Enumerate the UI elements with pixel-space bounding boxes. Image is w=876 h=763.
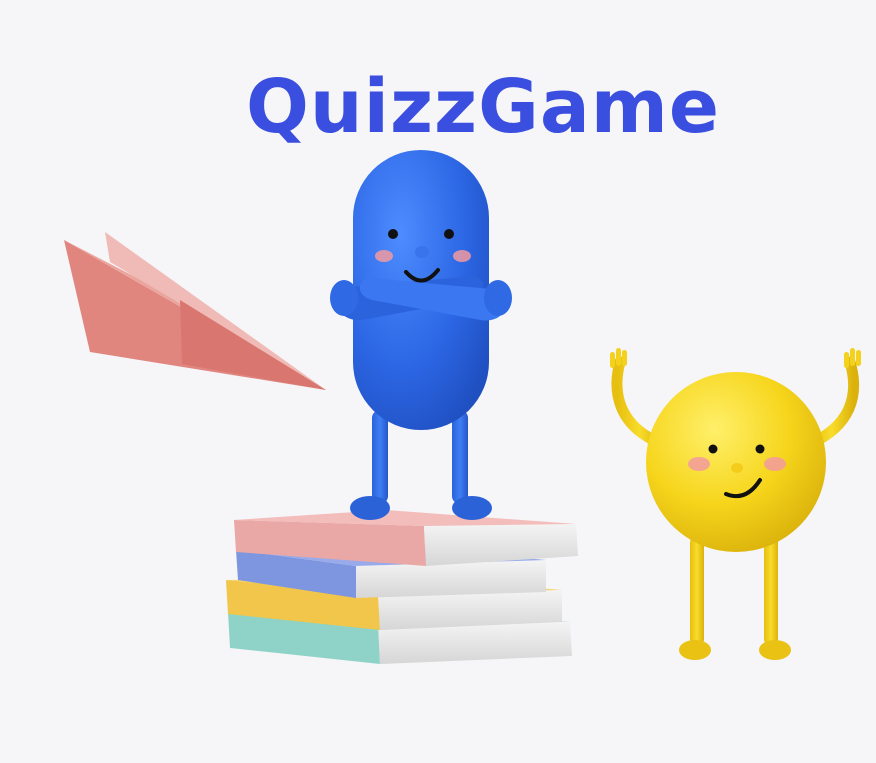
yellow-ball-character bbox=[610, 348, 861, 660]
splash-screen: QuizzGame bbox=[0, 0, 876, 763]
book-stack bbox=[226, 510, 578, 664]
quiz-illustration bbox=[64, 150, 861, 664]
blue-pill-character bbox=[330, 150, 512, 520]
paper-plane-icon bbox=[64, 232, 326, 390]
